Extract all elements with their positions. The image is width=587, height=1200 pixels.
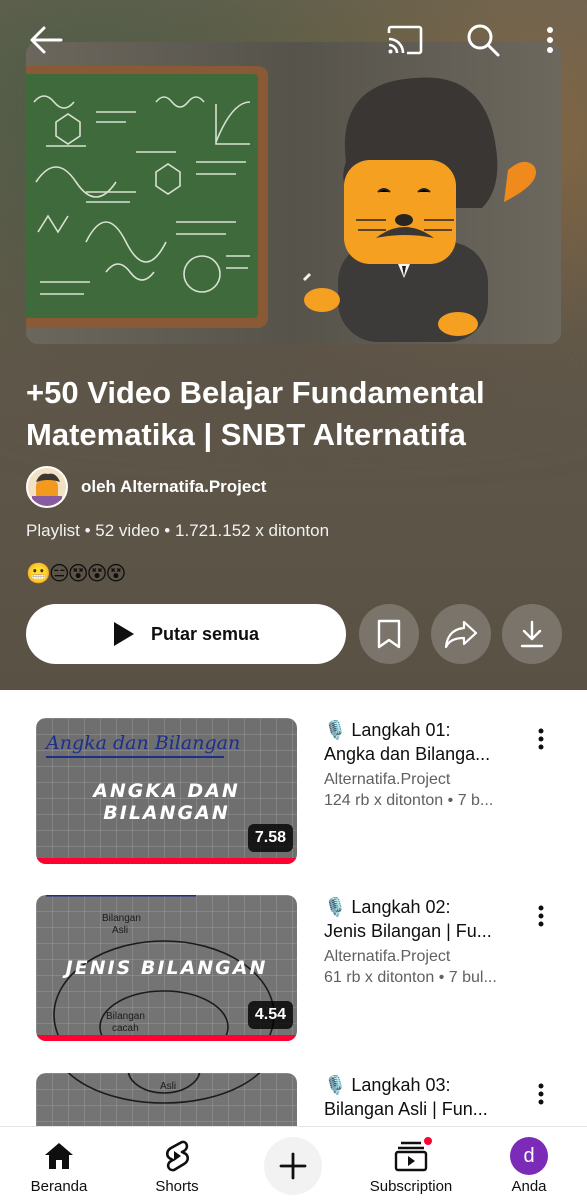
- view-count: 1.721.152 x ditonton: [174, 521, 330, 540]
- playlist-video-item[interactable]: Bilangan Asli JENIS BILANGAN Bilangan ca…: [0, 895, 587, 1045]
- channel-avatar-image: [28, 468, 66, 506]
- video-stats: 61 rb x ditonton • 7 bul...: [324, 969, 497, 986]
- search-icon: [467, 24, 500, 57]
- video-title[interactable]: 🎙️ Langkah 02: Jenis Bilangan | Fu...: [324, 895, 524, 943]
- playlist-title: +50 Video Belajar Fundamental Matematika…: [26, 375, 485, 452]
- channel-name[interactable]: oleh Alternatifa.Project: [81, 477, 266, 497]
- share-icon: [444, 620, 478, 648]
- cast-button[interactable]: [384, 22, 426, 58]
- playlist-header: +50 Video Belajar Fundamental Matematika…: [0, 0, 587, 690]
- thumbnail-label: Bilangan: [102, 913, 141, 924]
- play-all-label: Putar semua: [150, 623, 260, 644]
- watch-progress-bar: [36, 858, 297, 864]
- save-icon: [377, 619, 401, 649]
- thumbnail-label: Bilangan: [106, 1011, 145, 1022]
- notification-dot: [422, 1135, 434, 1147]
- meta-separator: •: [84, 521, 96, 540]
- nav-shorts[interactable]: Shorts: [132, 1127, 222, 1200]
- play-all-button[interactable]: Putar semua: [26, 604, 346, 664]
- thumbnail-text: ANGKA DAN BILANGAN: [93, 780, 240, 824]
- nav-you[interactable]: d Anda: [490, 1127, 568, 1200]
- arrow-left-icon: [30, 26, 63, 54]
- download-button[interactable]: [502, 604, 562, 664]
- video-stats: 124 rb x ditonton • 7 b...: [324, 792, 494, 809]
- duration-badge: 4.54: [247, 1001, 293, 1029]
- video-channel: Alternatifa.Project: [324, 771, 451, 788]
- nav-home[interactable]: Beranda: [14, 1127, 104, 1200]
- play-icon: [113, 622, 134, 646]
- video-title-line: 🎙️ Langkah 02:: [324, 897, 451, 917]
- thumbnail-underline: [46, 756, 224, 758]
- video-thumbnail[interactable]: Bilangan Asli JENIS BILANGAN Bilangan ca…: [36, 895, 297, 1041]
- create-button[interactable]: [264, 1137, 322, 1195]
- playlist-meta: Playlist • 52 video • 1.721.152 x ditont…: [26, 521, 329, 541]
- meta-separator: •: [164, 521, 175, 540]
- shorts-icon: [162, 1137, 192, 1175]
- video-title-line: Jenis Bilangan | Fu...: [324, 921, 492, 941]
- more-options-button[interactable]: [536, 22, 564, 58]
- nav-subscriptions[interactable]: Subscription: [356, 1127, 466, 1200]
- search-button[interactable]: [462, 20, 504, 60]
- more-vertical-icon: [538, 728, 544, 750]
- share-button[interactable]: [431, 604, 491, 664]
- video-title-line: 🎙️ Langkah 03:: [324, 1075, 451, 1095]
- playlist-video-item[interactable]: Angka dan Bilangan ANGKA DAN BILANGAN 7.…: [0, 718, 587, 868]
- cast-icon: [387, 25, 423, 55]
- thumbnail-text: JENIS BILANGAN: [65, 957, 268, 979]
- video-title-line: 🎙️ Langkah 01:: [324, 720, 451, 740]
- create-plus-icon: [279, 1152, 307, 1180]
- bottom-navigation: Beranda Shorts Subscription d Anda: [0, 1126, 587, 1200]
- thumbnail-label: Asli: [160, 1081, 177, 1092]
- video-menu-button[interactable]: [528, 726, 554, 752]
- subscriptions-icon: [394, 1135, 434, 1175]
- thumbnail-label: cacah: [112, 1023, 139, 1034]
- playlist-thumbnail[interactable]: [26, 42, 561, 344]
- account-avatar: d: [510, 1137, 548, 1175]
- more-vertical-icon: [547, 27, 553, 53]
- video-title-line: Bilangan Asli | Fun...: [324, 1099, 488, 1119]
- nav-subscriptions-label: Subscription: [369, 1178, 453, 1195]
- video-count: 52 video: [95, 521, 160, 540]
- video-channel: Alternatifa.Project: [324, 948, 451, 965]
- video-info[interactable]: 🎙️ Langkah 01: Angka dan Bilanga... Alte…: [324, 718, 524, 811]
- avatar: d: [510, 1137, 548, 1175]
- watch-progress-bar: [36, 1035, 297, 1041]
- video-thumbnail[interactable]: Angka dan Bilangan ANGKA DAN BILANGAN 7.…: [36, 718, 297, 864]
- playlist-type: Playlist: [26, 521, 80, 540]
- nav-home-label: Beranda: [30, 1178, 88, 1195]
- playlist-description[interactable]: 😬😑😵😵😵: [26, 562, 126, 586]
- channel-row[interactable]: oleh Alternatifa.Project: [26, 466, 266, 508]
- video-menu-button[interactable]: [528, 1081, 554, 1107]
- channel-avatar[interactable]: [26, 466, 68, 508]
- video-title[interactable]: 🎙️ Langkah 01: Angka dan Bilanga...: [324, 718, 524, 766]
- nav-shorts-label: Shorts: [155, 1178, 199, 1195]
- duration-badge: 7.58: [247, 824, 293, 852]
- home-icon: [43, 1137, 75, 1175]
- thumbnail-heading: Angka dan Bilangan: [46, 732, 241, 754]
- save-playlist-button[interactable]: [359, 604, 419, 664]
- back-button[interactable]: [24, 22, 68, 58]
- video-title-line: Angka dan Bilanga...: [324, 744, 491, 764]
- top-app-bar: [0, 0, 587, 84]
- video-info[interactable]: 🎙️ Langkah 03: Bilangan Asli | Fun...: [324, 1073, 524, 1121]
- video-title[interactable]: 🎙️ Langkah 03: Bilangan Asli | Fun...: [324, 1073, 524, 1121]
- video-info[interactable]: 🎙️ Langkah 02: Jenis Bilangan | Fu... Al…: [324, 895, 524, 988]
- nav-you-label: Anda: [511, 1178, 547, 1195]
- thumbnail-label: Asli: [112, 925, 129, 936]
- thumbnail-illustration: [26, 42, 561, 344]
- more-vertical-icon: [538, 905, 544, 927]
- video-menu-button[interactable]: [528, 903, 554, 929]
- download-icon: [520, 620, 544, 648]
- more-vertical-icon: [538, 1083, 544, 1105]
